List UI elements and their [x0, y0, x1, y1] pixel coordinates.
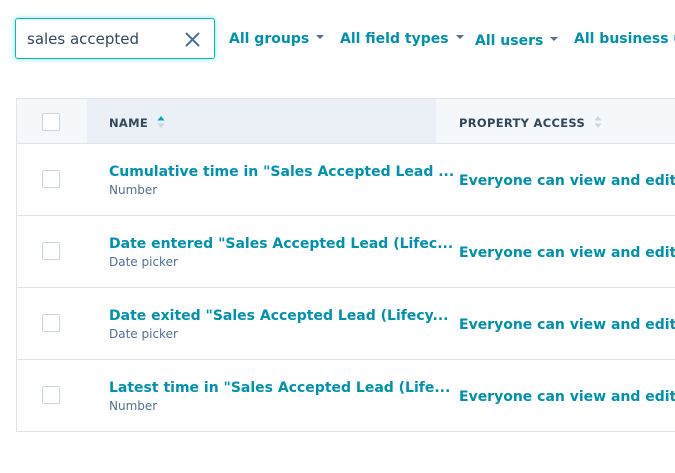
column-header-name-label: NAME [109, 116, 149, 130]
property-field-type: Date picker [109, 255, 178, 269]
column-header-access-label: PROPERTY ACCESS [459, 116, 586, 130]
table-row: Latest time in "Sales Accepted Lead (Lif… [17, 360, 675, 432]
row-checkbox[interactable] [42, 170, 60, 188]
filter-users-label: All users [475, 33, 544, 49]
filter-business-units-dropdown[interactable]: All business un [574, 31, 675, 47]
caret-down-icon [455, 35, 464, 39]
filter-business-units-label: All business un [574, 31, 675, 47]
filter-field-types-label: All field types [340, 31, 449, 47]
property-field-type: Number [109, 183, 158, 197]
select-all-checkbox[interactable] [42, 113, 60, 131]
property-field-type: Number [109, 399, 158, 413]
property-access-link[interactable]: Everyone can view and edit [459, 389, 675, 405]
properties-table: NAME PROPERTY ACCESS Cumulative time in … [16, 98, 675, 432]
filter-groups-dropdown[interactable]: All groups [229, 31, 325, 47]
property-access-link[interactable]: Everyone can view and edit [459, 317, 675, 333]
property-field-type: Date picker [109, 327, 178, 341]
property-access-link[interactable]: Everyone can view and edit [459, 173, 675, 189]
table-row: Date entered "Sales Accepted Lead (Lifec… [17, 216, 675, 288]
close-icon[interactable] [185, 32, 200, 47]
row-checkbox[interactable] [42, 242, 60, 260]
property-name-link[interactable]: Date entered "Sales Accepted Lead (Lifec… [109, 236, 453, 252]
row-checkbox[interactable] [42, 314, 60, 332]
table-header: NAME PROPERTY ACCESS [17, 99, 675, 144]
column-header-property-access[interactable]: PROPERTY ACCESS [459, 115, 602, 131]
sort-ascending-icon[interactable] [157, 115, 165, 129]
properties-page: All groups All field types All users All… [0, 0, 675, 473]
sort-icon[interactable] [594, 115, 602, 129]
table-row: Cumulative time in "Sales Accepted Lead … [17, 144, 675, 216]
row-checkbox[interactable] [42, 386, 60, 404]
table-row: Date exited "Sales Accepted Lead (Lifecy… [17, 288, 675, 360]
caret-down-icon [550, 37, 559, 41]
property-name-link[interactable]: Date exited "Sales Accepted Lead (Lifecy… [109, 308, 448, 324]
property-access-link[interactable]: Everyone can view and edit [459, 245, 675, 261]
search-box[interactable] [15, 18, 215, 59]
property-name-link[interactable]: Cumulative time in "Sales Accepted Lead … [109, 164, 454, 180]
column-header-name[interactable]: NAME [109, 115, 165, 131]
search-input[interactable] [27, 29, 182, 49]
filter-users-dropdown[interactable]: All users [475, 33, 559, 49]
filter-groups-label: All groups [229, 31, 310, 47]
filter-field-types-dropdown[interactable]: All field types [340, 31, 464, 47]
caret-down-icon [316, 35, 325, 39]
property-name-link[interactable]: Latest time in "Sales Accepted Lead (Lif… [109, 380, 450, 396]
